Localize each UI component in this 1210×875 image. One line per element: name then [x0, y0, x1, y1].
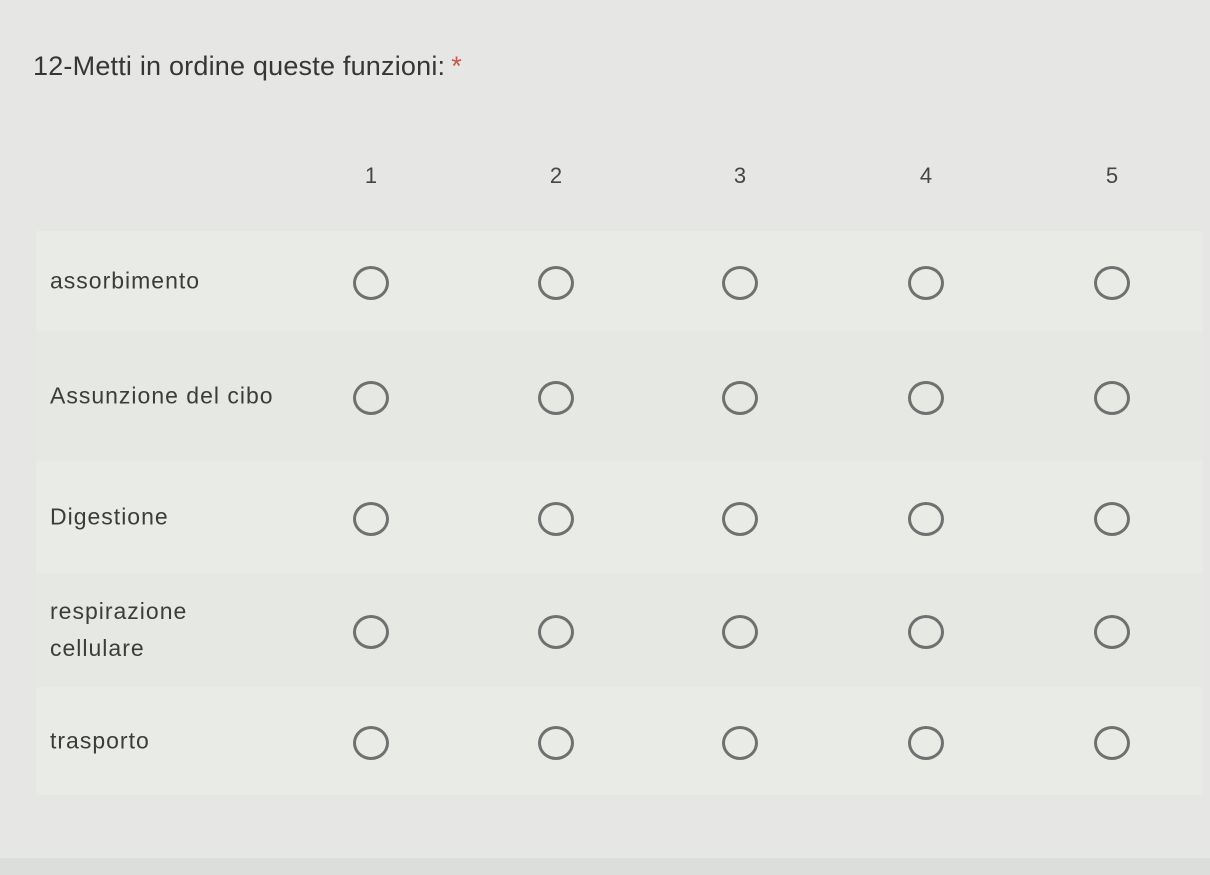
bottom-divider	[0, 858, 1210, 875]
radio-button-row3-col1[interactable]	[353, 502, 389, 536]
radio-button-row2-col4[interactable]	[908, 381, 944, 415]
grid-row-trasporto: trasporto	[36, 687, 1203, 795]
required-marker: *	[451, 51, 462, 81]
radio-button-row3-col4[interactable]	[908, 502, 944, 536]
choice-grid: 1 2 3 4 5 assorbimento Assunzione del ci…	[36, 143, 1203, 795]
column-header-2: 2	[549, 163, 563, 188]
radio-button-row5-col3[interactable]	[722, 726, 758, 760]
row-label: trasporto	[50, 727, 150, 754]
radio-button-row2-col3[interactable]	[722, 381, 758, 415]
radio-button-row5-col4[interactable]	[908, 726, 944, 760]
column-headers: 1 2 3 4 5	[36, 143, 1203, 231]
question-title-text: 12-Metti in ordine queste funzioni:	[33, 51, 446, 81]
radio-button-row1-col5[interactable]	[1094, 266, 1130, 300]
radio-button-row1-col3[interactable]	[722, 266, 758, 300]
radio-button-row3-col5[interactable]	[1094, 502, 1130, 536]
radio-button-row1-col2[interactable]	[538, 266, 574, 300]
radio-button-row2-col5[interactable]	[1094, 381, 1130, 415]
column-header-3: 3	[733, 163, 747, 188]
radio-button-row4-col2[interactable]	[538, 615, 574, 649]
grid-row-respirazione-cellulare: respirazione cellulare	[36, 573, 1203, 687]
grid-row-digestione: Digestione	[36, 461, 1203, 573]
row-label: respirazione cellulare	[50, 598, 188, 661]
radio-button-row5-col5[interactable]	[1094, 726, 1130, 760]
radio-button-row5-col2[interactable]	[538, 726, 574, 760]
radio-button-row4-col4[interactable]	[908, 615, 944, 649]
radio-button-row2-col1[interactable]	[353, 381, 389, 415]
row-label: assorbimento	[50, 267, 201, 294]
question-title: 12-Metti in ordine queste funzioni: *	[33, 51, 462, 82]
column-header-4: 4	[919, 163, 933, 188]
radio-button-row4-col1[interactable]	[353, 615, 389, 649]
grid-row-assunzione-del-cibo: Assunzione del cibo	[36, 331, 1203, 461]
radio-button-row1-col1[interactable]	[353, 266, 389, 300]
radio-button-row5-col1[interactable]	[353, 726, 389, 760]
radio-button-row4-col5[interactable]	[1094, 615, 1130, 649]
radio-button-row2-col2[interactable]	[538, 381, 574, 415]
row-label: Digestione	[50, 503, 169, 530]
radio-button-row4-col3[interactable]	[722, 615, 758, 649]
row-label: Assunzione del cibo	[50, 382, 274, 409]
grid-row-assorbimento: assorbimento	[36, 231, 1203, 331]
column-header-1: 1	[364, 163, 378, 188]
radio-button-row3-col3[interactable]	[722, 502, 758, 536]
radio-button-row3-col2[interactable]	[538, 502, 574, 536]
radio-button-row1-col4[interactable]	[908, 266, 944, 300]
column-header-5: 5	[1105, 163, 1119, 188]
